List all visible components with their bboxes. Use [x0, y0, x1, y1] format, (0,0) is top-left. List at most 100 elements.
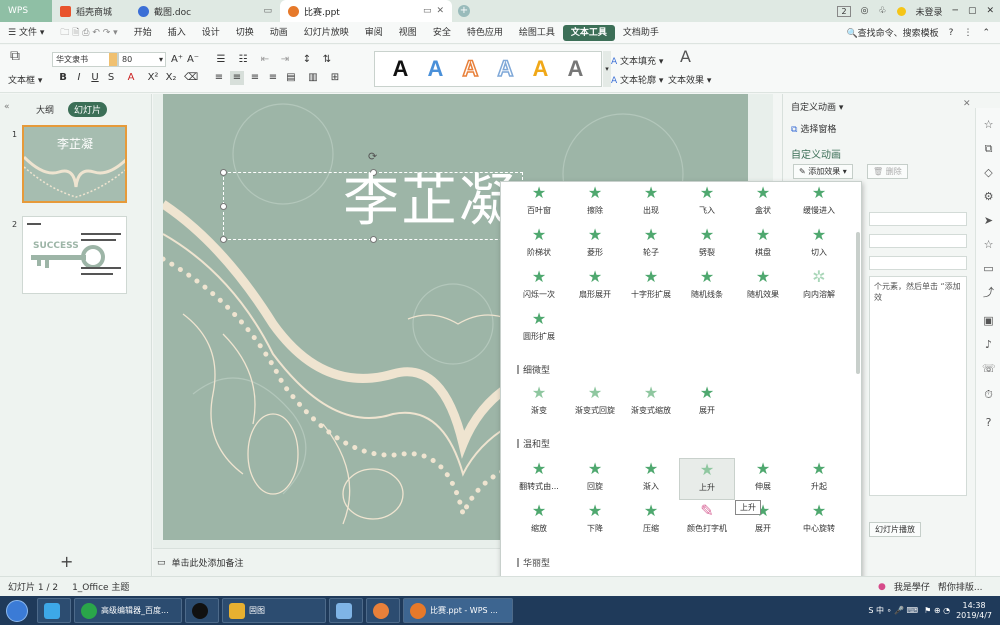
indent-decrease-icon[interactable]: ⇤ [258, 53, 272, 67]
anim-option[interactable]: ★ 下降 [567, 500, 623, 542]
textbox-button[interactable]: 文本框 ▾ [8, 73, 42, 86]
help-icon[interactable]: ? [949, 28, 954, 38]
numbering-icon[interactable]: ☷ [236, 53, 250, 67]
delete-button[interactable]: 🗑 删除 [867, 164, 908, 179]
menu-view[interactable]: 视图 [391, 22, 425, 44]
italic-icon[interactable]: I [72, 71, 86, 85]
paragraph-icon[interactable]: ⊞ [328, 71, 342, 85]
anim-option[interactable]: ★ 擦除 [567, 182, 623, 224]
shirt-icon[interactable]: ♧ [878, 6, 886, 16]
taskbar-folder[interactable]: 固图 [222, 598, 326, 623]
share-icon[interactable]: ⤴ [982, 286, 995, 299]
anim-option[interactable]: ★ 闪烁一次 [511, 266, 567, 308]
text-style-blue-outline[interactable]: A [497, 55, 514, 82]
anim-option[interactable]: ★ 缩放 [511, 500, 567, 542]
anim-option[interactable]: ★ 渐变式回旋 [567, 382, 623, 424]
anim-option[interactable]: ★ 渐变 [511, 382, 567, 424]
anim-option[interactable]: ★ 劈裂 [679, 224, 735, 266]
image-icon[interactable]: ▣ [982, 314, 995, 327]
bullets-icon[interactable]: ☰ [214, 53, 228, 67]
menu-slideshow[interactable]: 幻灯片放映 [296, 22, 357, 44]
shadow-icon[interactable]: S [104, 71, 118, 85]
anim-option[interactable]: ★ 十字形扩展 [623, 266, 679, 308]
taskbar-cat[interactable] [366, 598, 400, 623]
menu-drawing-tools[interactable]: 绘图工具 [511, 22, 563, 44]
textbox-icon[interactable]: ⧉ [10, 48, 20, 64]
underline-icon[interactable]: U [88, 71, 102, 85]
anim-option[interactable]: ★ 棋盘 [735, 224, 791, 266]
tab-outline[interactable]: 大纲 [36, 103, 54, 116]
anim-option[interactable]: ★ 出现 [623, 182, 679, 224]
anim-option[interactable]: ★ 轮子 [623, 224, 679, 266]
anim-option[interactable]: ✎ 颜色打字机 [679, 500, 735, 542]
tab-ppt[interactable]: 比赛.ppt ▭ ✕ [280, 0, 452, 22]
tab-slides[interactable]: 幻灯片 [68, 102, 108, 117]
tab-store[interactable]: 稻壳商城 [52, 0, 130, 22]
clock[interactable]: 14:38 2019/4/7 [956, 601, 992, 621]
anim-option[interactable]: ★ 压缩 [623, 500, 679, 542]
window-count-badge[interactable]: 2 [837, 5, 851, 17]
anim-option[interactable]: ★ 圆形扩展 [511, 308, 567, 350]
search-command[interactable]: 🔍查找命令、搜索模板 [846, 26, 938, 39]
menu-text-tools[interactable]: 文本工具 [562, 24, 615, 41]
anim-option[interactable]: ★ 阶梯状 [511, 224, 567, 266]
favorite-icon[interactable]: ☆ [982, 238, 995, 251]
indent-increase-icon[interactable]: ⇥ [278, 53, 292, 67]
align-left-icon[interactable]: ≡ [212, 71, 226, 85]
shrink-font-icon[interactable]: A⁻ [186, 53, 200, 67]
anim-option[interactable]: ★ 扇形展开 [567, 266, 623, 308]
menu-design[interactable]: 设计 [194, 22, 228, 44]
menu-animation[interactable]: 动画 [262, 22, 296, 44]
anim-option[interactable]: ★ 渐入 [623, 458, 679, 500]
history-icon[interactable]: ⏱ [982, 388, 995, 401]
user-avatar[interactable] [896, 6, 906, 16]
superscript-icon[interactable]: X² [146, 71, 160, 85]
resize-handle[interactable] [220, 169, 227, 176]
animation-list[interactable]: 个元素，然后单击 “添加效 [869, 276, 967, 496]
chat-icon[interactable]: ☏ [982, 362, 996, 375]
tab-doc[interactable]: 截图.doc ▭ [130, 0, 280, 22]
select-pane-link[interactable]: ⧉ 选择窗格 [791, 122, 836, 135]
align-right-icon[interactable]: ≡ [248, 71, 262, 85]
resize-handle[interactable] [220, 236, 227, 243]
start-select[interactable] [869, 212, 967, 226]
minimize-icon[interactable]: ─ [953, 6, 958, 16]
distribute-icon[interactable]: ▤ [284, 71, 298, 85]
text-style-black[interactable]: A [393, 56, 409, 82]
anim-option[interactable]: ★ 展开 [679, 382, 735, 424]
anim-option[interactable]: ★ 随机线条 [679, 266, 735, 308]
text-style-orange-outline[interactable]: A [462, 55, 479, 82]
bold-icon[interactable]: B [56, 71, 70, 85]
anim-option[interactable]: ★ 菱形 [567, 224, 623, 266]
window-icon[interactable]: ▭ [263, 6, 272, 16]
text-fill-button[interactable]: A 文本填充 ▾ [611, 54, 663, 67]
quick-access-icons[interactable]: 🗀 🗎 ⎙ ↶ ↷ ▾ [52, 22, 125, 44]
add-effect-button[interactable]: ✎ 添加效果 ▾ [793, 164, 853, 179]
help-icon[interactable]: ? [982, 416, 995, 429]
user-name[interactable]: 我是學仔 [894, 580, 930, 593]
anim-option[interactable]: ★ 回旋 [567, 458, 623, 500]
popup-scrollbar[interactable] [856, 232, 860, 374]
close-tab-icon[interactable]: ✕ [436, 6, 444, 16]
shapes-icon[interactable]: ◇ [982, 166, 995, 179]
anim-option[interactable]: ★ 随机效果 [735, 266, 791, 308]
menu-home[interactable]: 开始 [126, 22, 160, 44]
justify-icon[interactable]: ≡ [266, 71, 280, 85]
anim-option[interactable]: ★ 渐变式缩放 [623, 382, 679, 424]
anim-option[interactable]: ★ 百叶窗 [511, 182, 567, 224]
text-style-gold[interactable]: A [533, 56, 549, 82]
menu-review[interactable]: 审阅 [357, 22, 391, 44]
taskbar-app[interactable] [37, 598, 71, 623]
slide-title-text[interactable]: 李芷凝 [343, 156, 517, 237]
text-outline-button[interactable]: A 文本轮廓 ▾ [611, 73, 663, 86]
menu-transition[interactable]: 切换 [228, 22, 262, 44]
play-slideshow-button[interactable]: 幻灯片播放 [869, 522, 921, 537]
speed-select[interactable] [869, 256, 967, 270]
anim-option[interactable]: ★ 翻转式由... [511, 458, 567, 500]
skin-icon[interactable]: ◎ [861, 6, 869, 16]
resize-handle[interactable] [370, 236, 377, 243]
file-menu[interactable]: ☰ 文件 ▾ [0, 22, 52, 44]
anim-option[interactable]: ✲ 向内溶解 [791, 266, 847, 308]
add-slide-button[interactable]: + [60, 552, 73, 571]
settings-icon[interactable]: ⚙ [982, 190, 995, 203]
